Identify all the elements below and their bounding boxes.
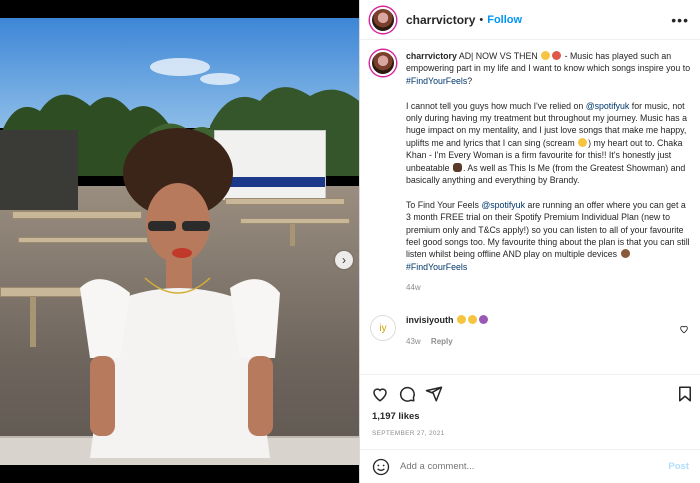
caption-p2a: I cannot tell you guys how much I've rel… — [406, 100, 584, 111]
comment-time: 43w — [406, 337, 421, 347]
mention-link[interactable]: @spotifyuk — [586, 101, 630, 111]
caption-p3a: To Find Your Feels — [406, 199, 479, 210]
caption-text: charrvictory AD| NOW VS THEN - Music has… — [406, 50, 691, 294]
avatar[interactable] — [370, 6, 396, 33]
commenter-avatar[interactable]: iy — [370, 315, 396, 342]
comment: iy invisiyouth 43w Reply — [360, 294, 700, 346]
add-comment-bar: Post — [360, 449, 700, 483]
post-header: charrvictory • Follow ••• — [360, 0, 700, 40]
woman-emoji-icon — [620, 249, 630, 259]
caption-line1: AD| NOW VS THEN — [458, 51, 538, 61]
yellow-heart-icon — [468, 315, 478, 325]
comment-meta: 43w Reply — [406, 337, 489, 346]
post-date: SEPTEMBER 27, 2021 — [372, 430, 445, 437]
next-photo-button[interactable]: › — [335, 251, 353, 269]
comment-icon[interactable] — [398, 385, 416, 403]
heart-emoji-icon — [552, 51, 562, 60]
caption-time: 44w — [406, 282, 421, 292]
hashtag-link[interactable]: #FindYourFeels — [406, 76, 467, 86]
comment-username[interactable]: invisiyouth — [406, 315, 454, 325]
post-comment-button[interactable]: Post — [668, 461, 689, 472]
action-bar — [360, 374, 700, 410]
comment-input[interactable] — [400, 461, 669, 472]
reply-button[interactable]: Reply — [431, 337, 453, 346]
comment-body: invisiyouth 43w Reply — [406, 315, 489, 346]
smiling-face-icon — [541, 51, 551, 60]
table-leg — [30, 297, 36, 347]
avatar[interactable] — [370, 50, 396, 76]
grinning-face-icon — [578, 137, 588, 147]
share-icon[interactable] — [425, 385, 443, 403]
caption-username[interactable]: charrvictory — [406, 51, 457, 61]
photo-cloud — [150, 58, 210, 76]
photo-shed — [0, 130, 78, 210]
likes-count[interactable]: 1,197 likes — [372, 411, 420, 422]
emoji-icon[interactable] — [372, 458, 390, 476]
purple-heart-icon — [479, 315, 489, 325]
woman-emoji-icon — [453, 162, 462, 172]
heart-icon[interactable] — [371, 385, 389, 403]
separator-dot: • — [479, 13, 484, 26]
comment-like-heart-icon[interactable] — [679, 324, 689, 334]
post-photo-pane: › — [0, 0, 359, 483]
hashtag-link[interactable]: #FindYourFeels — [406, 262, 467, 272]
bookmark-icon[interactable] — [676, 385, 694, 403]
follow-button[interactable]: Follow — [487, 14, 522, 26]
photo-person — [80, 128, 280, 458]
comments-scroll-area[interactable]: charrvictory AD| NOW VS THEN - Music has… — [360, 41, 700, 374]
yellow-heart-icon — [457, 315, 467, 325]
caption: charrvictory AD| NOW VS THEN - Music has… — [360, 41, 700, 294]
post-photo[interactable]: › — [0, 18, 359, 465]
post-sidebar: charrvictory • Follow ••• charrvictory A… — [359, 0, 700, 483]
more-options-icon[interactable]: ••• — [671, 12, 689, 28]
mention-link[interactable]: @spotifyuk — [481, 200, 525, 210]
post-username[interactable]: charrvictory — [406, 13, 475, 27]
